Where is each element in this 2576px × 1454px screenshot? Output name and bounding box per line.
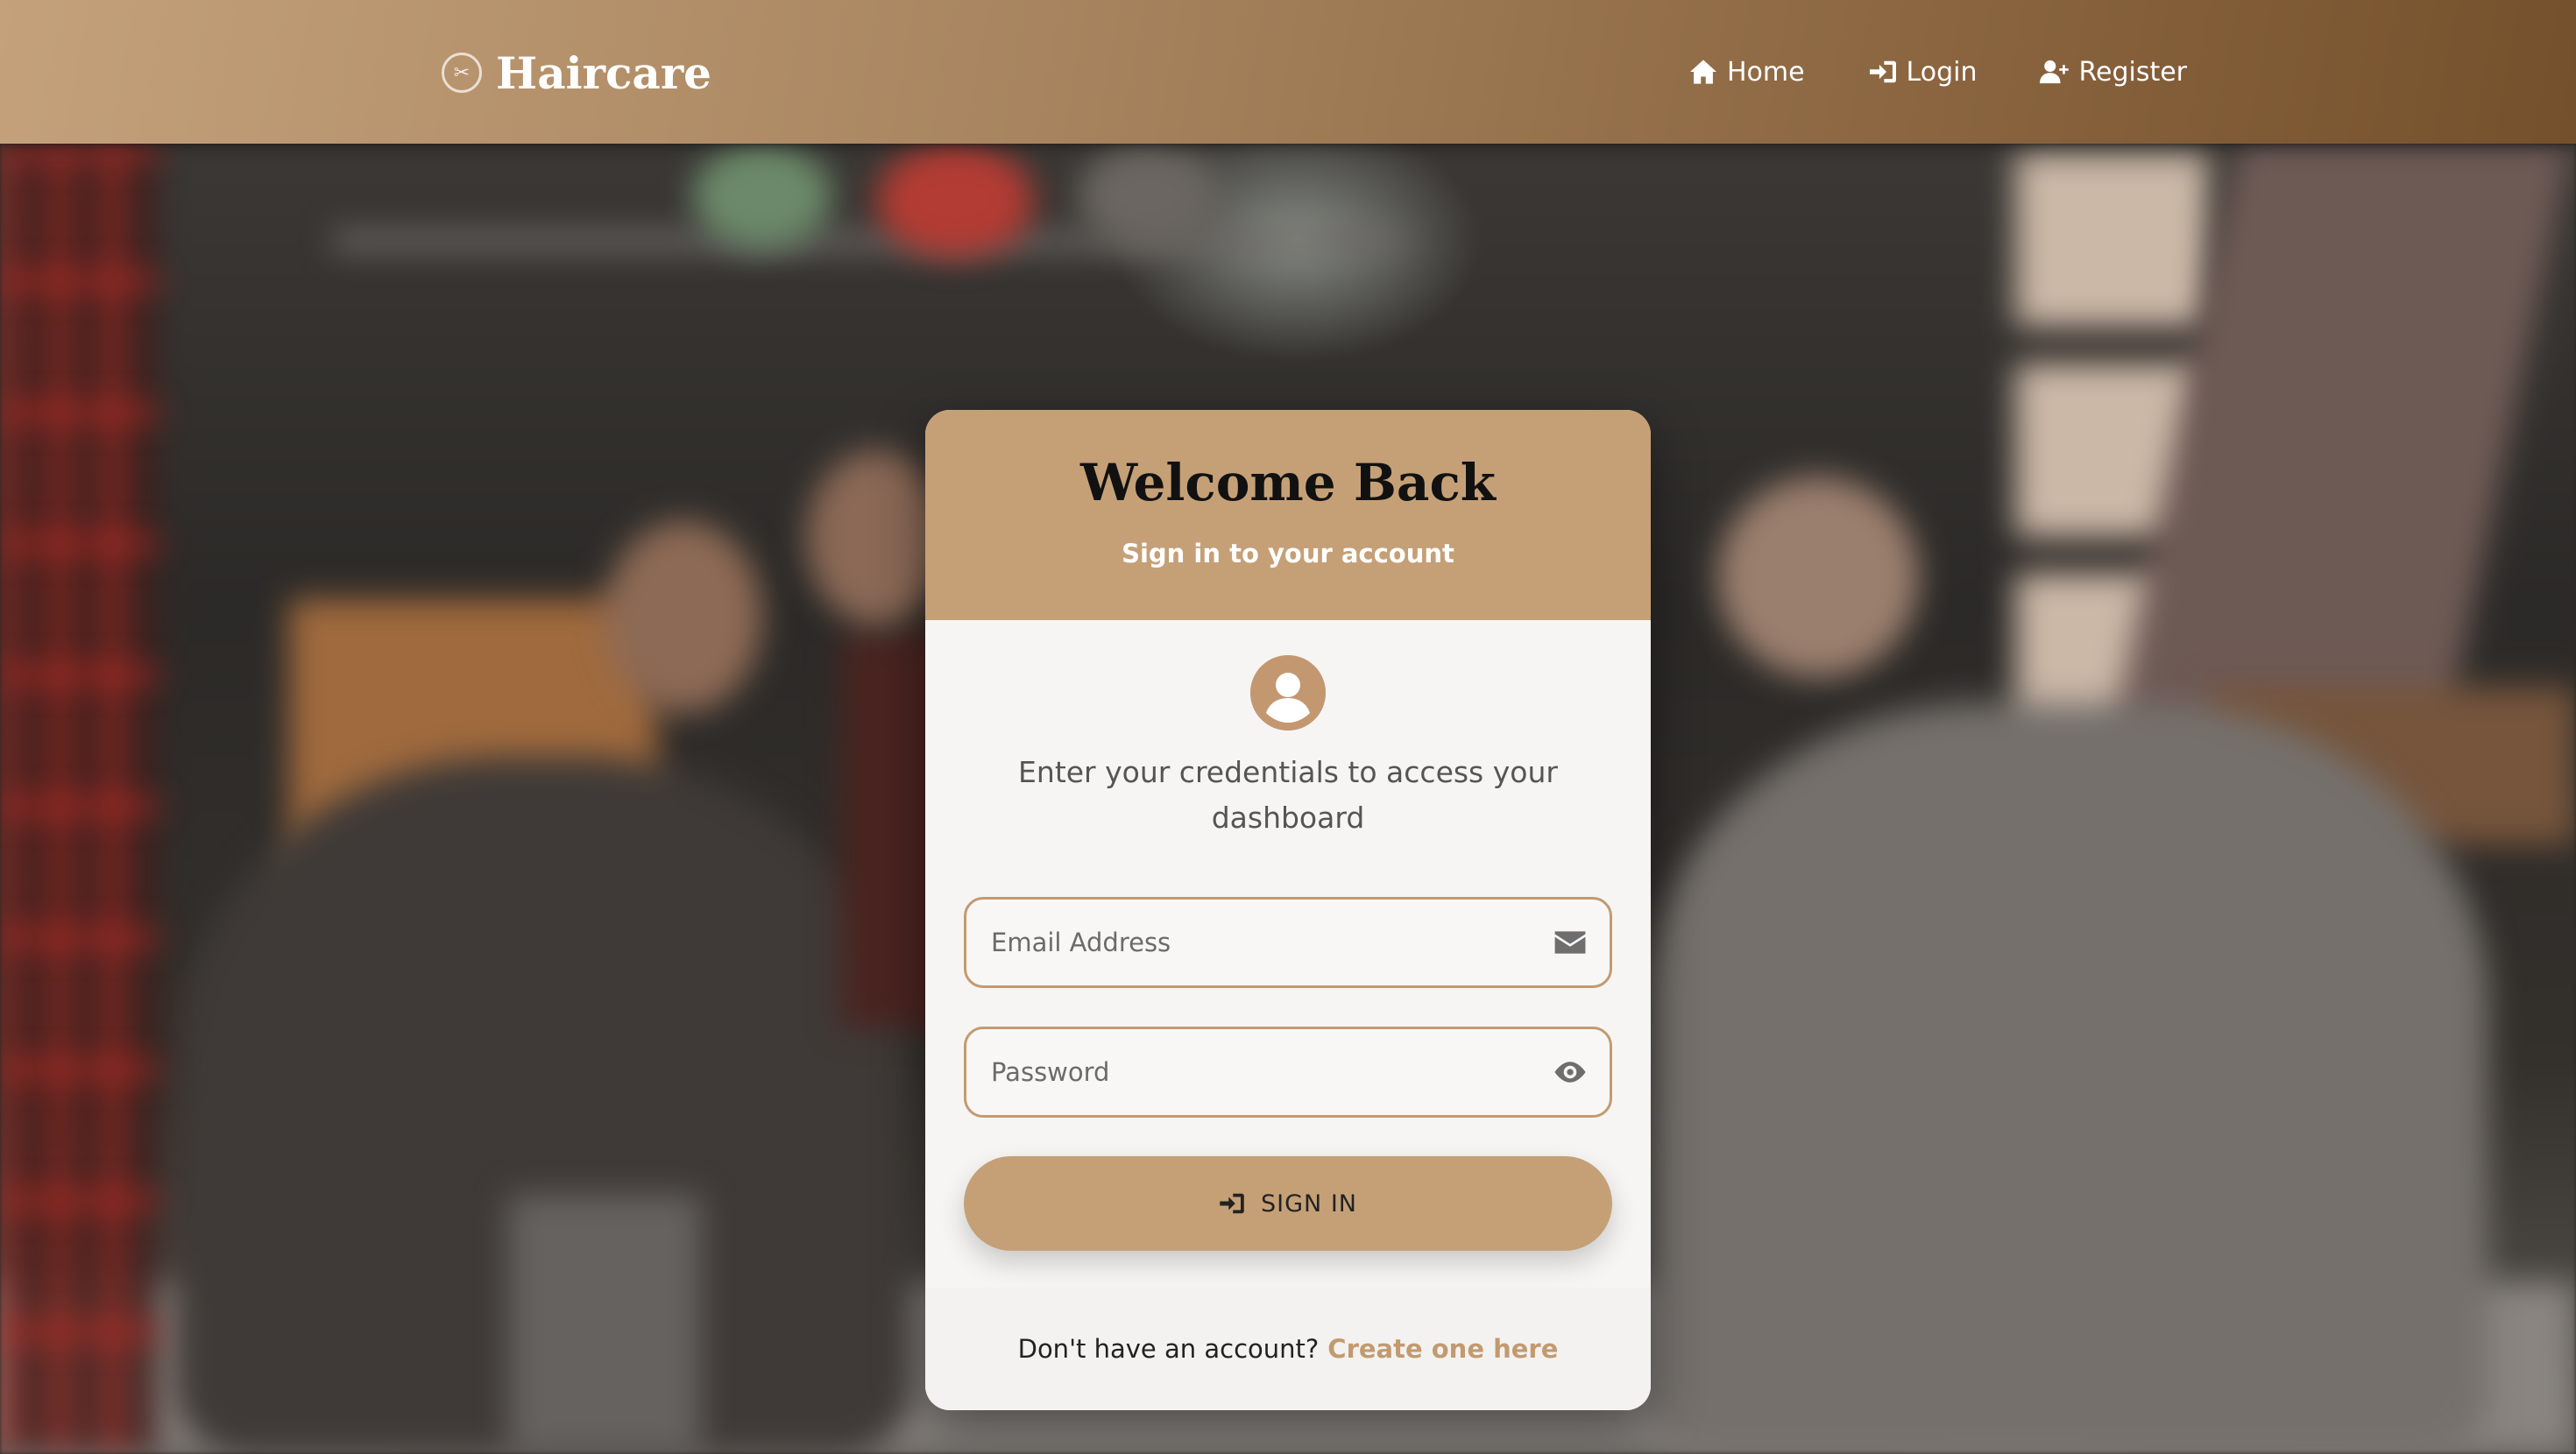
brand-name: Haircare [496, 46, 711, 99]
bg-badge [1078, 144, 1218, 249]
nav-home[interactable]: Home [1688, 57, 1805, 88]
card-title: Welcome Back [1080, 453, 1496, 512]
main-nav: Home Login Register [1688, 46, 2187, 98]
bg-badge [692, 144, 832, 249]
nav-login[interactable]: Login [1868, 56, 1978, 88]
user-circle-icon [1250, 655, 1326, 731]
password-input[interactable] [991, 1057, 1553, 1087]
card-header: Welcome Back Sign in to your account [925, 410, 1651, 620]
create-account-link[interactable]: Create one here [1327, 1334, 1558, 1364]
envelope-icon [1553, 928, 1587, 957]
user-avatar-icon [1250, 655, 1326, 731]
intro-text: Enter your credentials to access your da… [1018, 755, 1558, 835]
bg-customer-left [605, 520, 762, 713]
sign-in-button[interactable]: SIGN IN [964, 1156, 1612, 1251]
bg-cape-right [1647, 704, 2488, 1454]
footer-text: Don't have an account? [1017, 1334, 1320, 1364]
nav-register[interactable]: Register [2040, 57, 2187, 88]
bg-chair [508, 1195, 701, 1454]
brand-logo[interactable]: ✂ Haircare [442, 42, 711, 103]
password-field[interactable] [964, 1027, 1612, 1118]
login-icon [1869, 60, 1896, 83]
login-icon [1220, 1193, 1244, 1214]
scissors-circle-icon: ✂ [442, 53, 482, 93]
bg-customer-right [1717, 476, 1919, 678]
user-plus-icon [2040, 60, 2070, 84]
home-icon [1689, 60, 1716, 84]
bg-red-cabinet-bars [0, 144, 158, 1454]
nav-register-label: Register [2078, 56, 2187, 88]
card-footer: Don't have an account? Create one here [925, 1288, 1651, 1410]
login-card: Welcome Back Sign in to your account Ent… [925, 410, 1651, 1410]
nav-home-label: Home [1726, 56, 1805, 88]
navbar: ✂ Haircare Home Login Register [0, 0, 2576, 144]
email-field[interactable] [964, 897, 1612, 988]
bg-shelf [333, 231, 1402, 251]
card-body: Enter your credentials to access your da… [925, 620, 1651, 1251]
eye-icon[interactable] [1553, 1057, 1587, 1087]
card-subtitle: Sign in to your account [1122, 539, 1454, 568]
sign-in-label: SIGN IN [1261, 1189, 1357, 1218]
nav-login-label: Login [1906, 56, 1978, 88]
email-input[interactable] [991, 928, 1553, 957]
bg-badge [876, 144, 1034, 258]
